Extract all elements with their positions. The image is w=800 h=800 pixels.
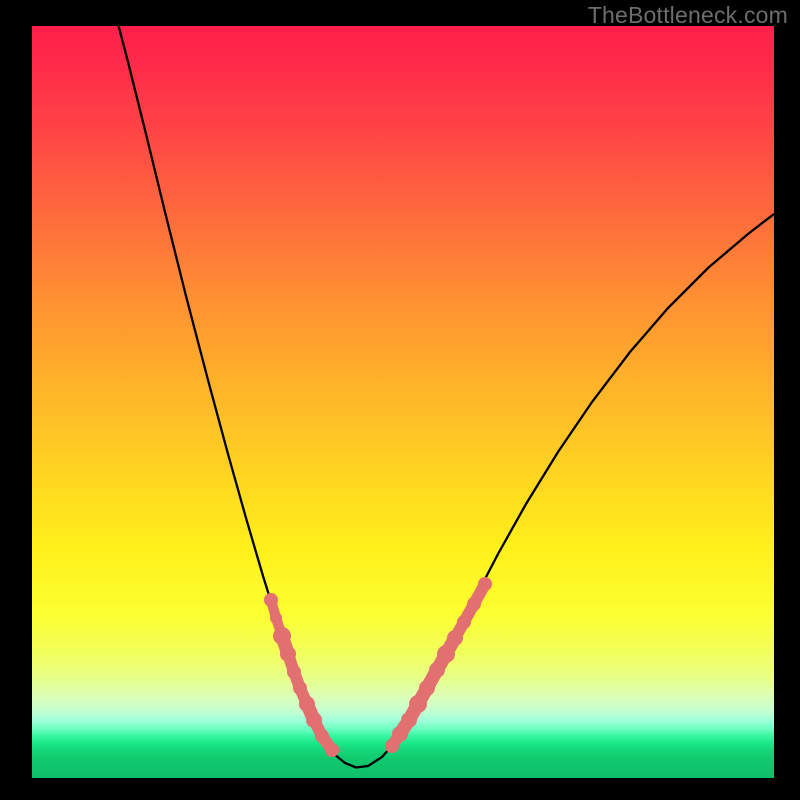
curve-marker [264, 593, 278, 607]
chart-frame: TheBottleneck.com [0, 0, 800, 800]
watermark-label: TheBottleneck.com [588, 2, 788, 29]
curve-marker [409, 695, 427, 713]
curve-marker [478, 577, 492, 591]
curve-marker [280, 646, 296, 662]
curve-marker [325, 743, 339, 757]
curve-marker [419, 680, 435, 696]
curve-marker [315, 729, 329, 743]
curve-marker [429, 662, 445, 678]
chart-svg [32, 26, 774, 778]
curve-marker [401, 712, 417, 728]
curve-marker [457, 615, 471, 629]
curve-marker [392, 726, 408, 742]
curve-marker [293, 681, 307, 695]
left-marker-cluster [264, 593, 339, 757]
curve-marker [437, 645, 455, 663]
curve-marker [287, 665, 301, 679]
curve-marker [273, 627, 291, 645]
curve-marker [306, 712, 322, 728]
curve-marker [270, 612, 282, 624]
plot-area [32, 26, 774, 778]
curve-marker [447, 630, 463, 646]
curve-marker [467, 597, 481, 611]
right-marker-cluster [385, 577, 492, 753]
curve-marker [299, 696, 315, 712]
